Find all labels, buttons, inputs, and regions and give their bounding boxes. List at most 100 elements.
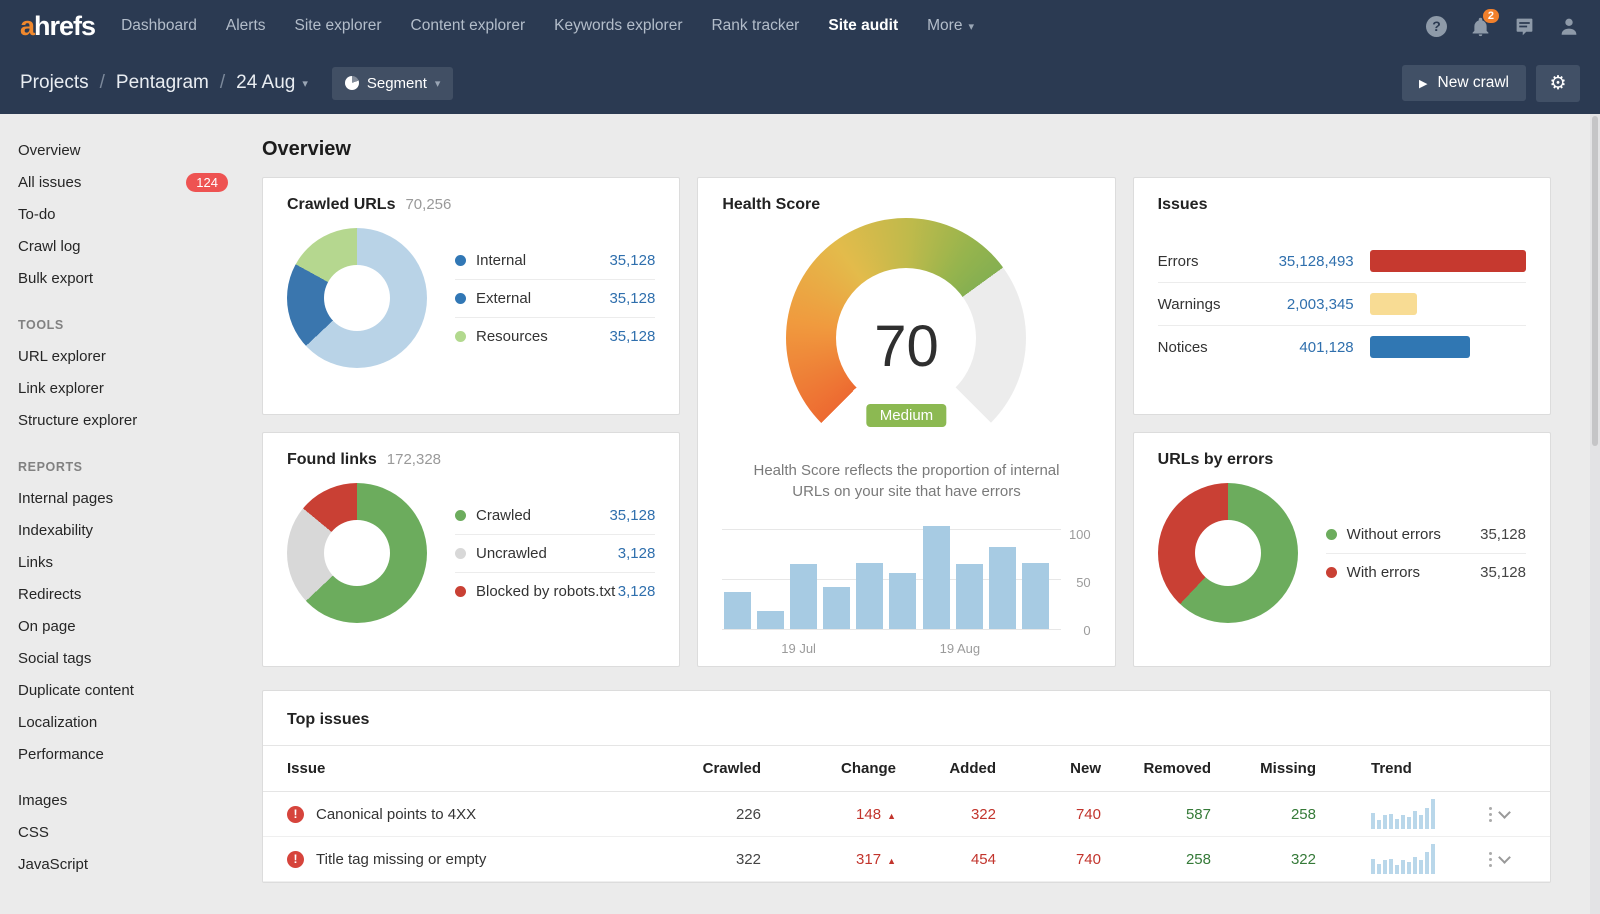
legend-value[interactable]: 35,128 bbox=[609, 507, 655, 524]
nav-item-label: More bbox=[927, 17, 962, 35]
sparkline-bar bbox=[1395, 819, 1399, 829]
issues-card: Issues Errors35,128,493Warnings2,003,345… bbox=[1133, 177, 1551, 415]
legend-value[interactable]: 3,128 bbox=[618, 583, 656, 600]
account-icon[interactable] bbox=[1558, 15, 1580, 37]
nav-item-dashboard[interactable]: Dashboard bbox=[121, 17, 197, 35]
sidebar-item-css[interactable]: CSS bbox=[18, 816, 250, 848]
segment-button[interactable]: Segment ▾ bbox=[332, 67, 454, 100]
breadcrumb-24-aug[interactable]: 24 Aug▾ bbox=[236, 72, 308, 94]
gridline-0 bbox=[722, 629, 1060, 630]
nav-item-site-explorer[interactable]: Site explorer bbox=[295, 17, 382, 35]
sidebar-item-on-page[interactable]: On page bbox=[18, 610, 250, 642]
legend-dot bbox=[455, 548, 466, 559]
app-root: ahrefs Dashboard Alerts Site explorer Conte… bbox=[0, 0, 1600, 914]
sidebar-section-title: REPORTS bbox=[18, 452, 250, 482]
sidebar-item-crawl-log[interactable]: Crawl log bbox=[18, 230, 250, 262]
sidebar-item-indexability[interactable]: Indexability bbox=[18, 514, 250, 546]
row-menu-button[interactable] bbox=[1485, 848, 1496, 871]
sidebar-item-structure-explorer[interactable]: Structure explorer bbox=[18, 404, 250, 436]
sidebar-item-performance[interactable]: Performance bbox=[18, 738, 250, 770]
dots-menu-icon bbox=[1489, 852, 1492, 855]
sparkline-bar bbox=[1413, 811, 1417, 829]
column-header-new: New bbox=[996, 760, 1101, 777]
sidebar-item-redirects[interactable]: Redirects bbox=[18, 578, 250, 610]
sidebar-item-links[interactable]: Links bbox=[18, 546, 250, 578]
chevron-down-icon: ▾ bbox=[302, 77, 308, 90]
nav-item-more[interactable]: More▾ bbox=[927, 17, 974, 35]
cell-new: 740 bbox=[996, 851, 1101, 868]
breadcrumb-projects[interactable]: Projects bbox=[20, 72, 89, 94]
sparkline-bar bbox=[1431, 799, 1435, 829]
sidebar-item-label: Bulk export bbox=[18, 270, 93, 287]
cell-value: 740 bbox=[1076, 806, 1101, 823]
sidebar-item-localization[interactable]: Localization bbox=[18, 706, 250, 738]
issue-count-link[interactable]: 2,003,345 bbox=[1246, 296, 1354, 313]
ahrefs-logo[interactable]: ahrefs bbox=[20, 11, 95, 42]
issue-name-cell: !Canonical points to 4XX bbox=[287, 806, 671, 823]
scrollbar-thumb[interactable] bbox=[1592, 116, 1598, 446]
row-expand-button[interactable] bbox=[1496, 807, 1526, 821]
logo-a: a bbox=[20, 11, 34, 41]
notifications-icon[interactable]: 2 bbox=[1470, 16, 1491, 37]
sidebar-item-label: Crawl log bbox=[18, 238, 81, 255]
new-crawl-button[interactable]: ▶ New crawl bbox=[1402, 65, 1526, 101]
legend-value[interactable]: 35,128 bbox=[609, 290, 655, 307]
sidebar-section: TOOLSURL explorerLink explorerStructure … bbox=[18, 310, 250, 436]
nav-item-label: Rank tracker bbox=[711, 17, 799, 35]
urls-by-errors-legend: Without errors35,128With errors35,128 bbox=[1326, 516, 1526, 591]
sidebar-item-social-tags[interactable]: Social tags bbox=[18, 642, 250, 674]
sidebar-item-overview[interactable]: Overview bbox=[18, 134, 250, 166]
chevron-down-icon: ▾ bbox=[435, 77, 441, 90]
breadcrumb-pentagram[interactable]: Pentagram bbox=[116, 72, 209, 94]
sidebar-item-javascript[interactable]: JavaScript bbox=[18, 848, 250, 880]
sidebar-item-duplicate-content[interactable]: Duplicate content bbox=[18, 674, 250, 706]
chevron-down-icon bbox=[1498, 851, 1511, 864]
sidebar-item-to-do[interactable]: To-do bbox=[18, 198, 250, 230]
issue-count-link[interactable]: 401,128 bbox=[1246, 339, 1354, 356]
legend-value[interactable]: 35,128 bbox=[609, 252, 655, 269]
nav-item-keywords-explorer[interactable]: Keywords explorer bbox=[554, 17, 682, 35]
sidebar-item-all-issues[interactable]: All issues124 bbox=[18, 166, 250, 198]
legend-label: External bbox=[476, 290, 531, 307]
nav-item-label: Keywords explorer bbox=[554, 17, 682, 35]
sidebar-item-internal-pages[interactable]: Internal pages bbox=[18, 482, 250, 514]
sidebar-item-label: Images bbox=[18, 792, 67, 809]
legend-dot bbox=[455, 510, 466, 521]
legend-value: 35,128 bbox=[1480, 564, 1526, 581]
row-expand-button[interactable] bbox=[1496, 852, 1526, 866]
legend-value[interactable]: 35,128 bbox=[609, 328, 655, 345]
card-title: Issues bbox=[1158, 196, 1208, 214]
sidebar-item-bulk-export[interactable]: Bulk export bbox=[18, 262, 250, 294]
card-header: Issues bbox=[1158, 196, 1526, 214]
dots-menu-icon bbox=[1489, 864, 1492, 867]
nav-item-content-explorer[interactable]: Content explorer bbox=[411, 17, 526, 35]
sidebar-item-url-explorer[interactable]: URL explorer bbox=[18, 340, 250, 372]
nav-item-alerts[interactable]: Alerts bbox=[226, 17, 266, 35]
scrollbar[interactable] bbox=[1590, 114, 1600, 914]
issue-bar bbox=[1370, 293, 1417, 315]
sidebar-section-title: TOOLS bbox=[18, 310, 250, 340]
sidebar-item-images[interactable]: Images bbox=[18, 784, 250, 816]
error-icon: ! bbox=[287, 806, 304, 823]
chevron-down-icon bbox=[1498, 806, 1511, 819]
settings-button[interactable]: ⚙ bbox=[1536, 65, 1580, 102]
nav-item-rank-tracker[interactable]: Rank tracker bbox=[711, 17, 799, 35]
x-axis-label: 19 Jul bbox=[781, 641, 816, 656]
messages-icon[interactable] bbox=[1514, 16, 1535, 37]
legend-label: Crawled bbox=[476, 507, 531, 524]
legend-label: Resources bbox=[476, 328, 548, 345]
nav-item-site-audit[interactable]: Site audit bbox=[828, 17, 898, 35]
issue-count-link[interactable]: 35,128,493 bbox=[1246, 253, 1354, 270]
legend-dot bbox=[455, 293, 466, 304]
sidebar-item-label: Social tags bbox=[18, 650, 91, 667]
legend-dot bbox=[1326, 567, 1337, 578]
card-title: URLs by errors bbox=[1158, 451, 1274, 469]
cell-added: 322 bbox=[896, 806, 996, 823]
legend-label: Blocked by robots.txt bbox=[476, 583, 615, 600]
row-menu-button[interactable] bbox=[1485, 803, 1496, 826]
sidebar-item-link-explorer[interactable]: Link explorer bbox=[18, 372, 250, 404]
sidebar-item-label: Localization bbox=[18, 714, 97, 731]
legend-value[interactable]: 3,128 bbox=[618, 545, 656, 562]
help-icon[interactable]: ? bbox=[1426, 16, 1447, 37]
health-score-bar bbox=[923, 526, 950, 629]
